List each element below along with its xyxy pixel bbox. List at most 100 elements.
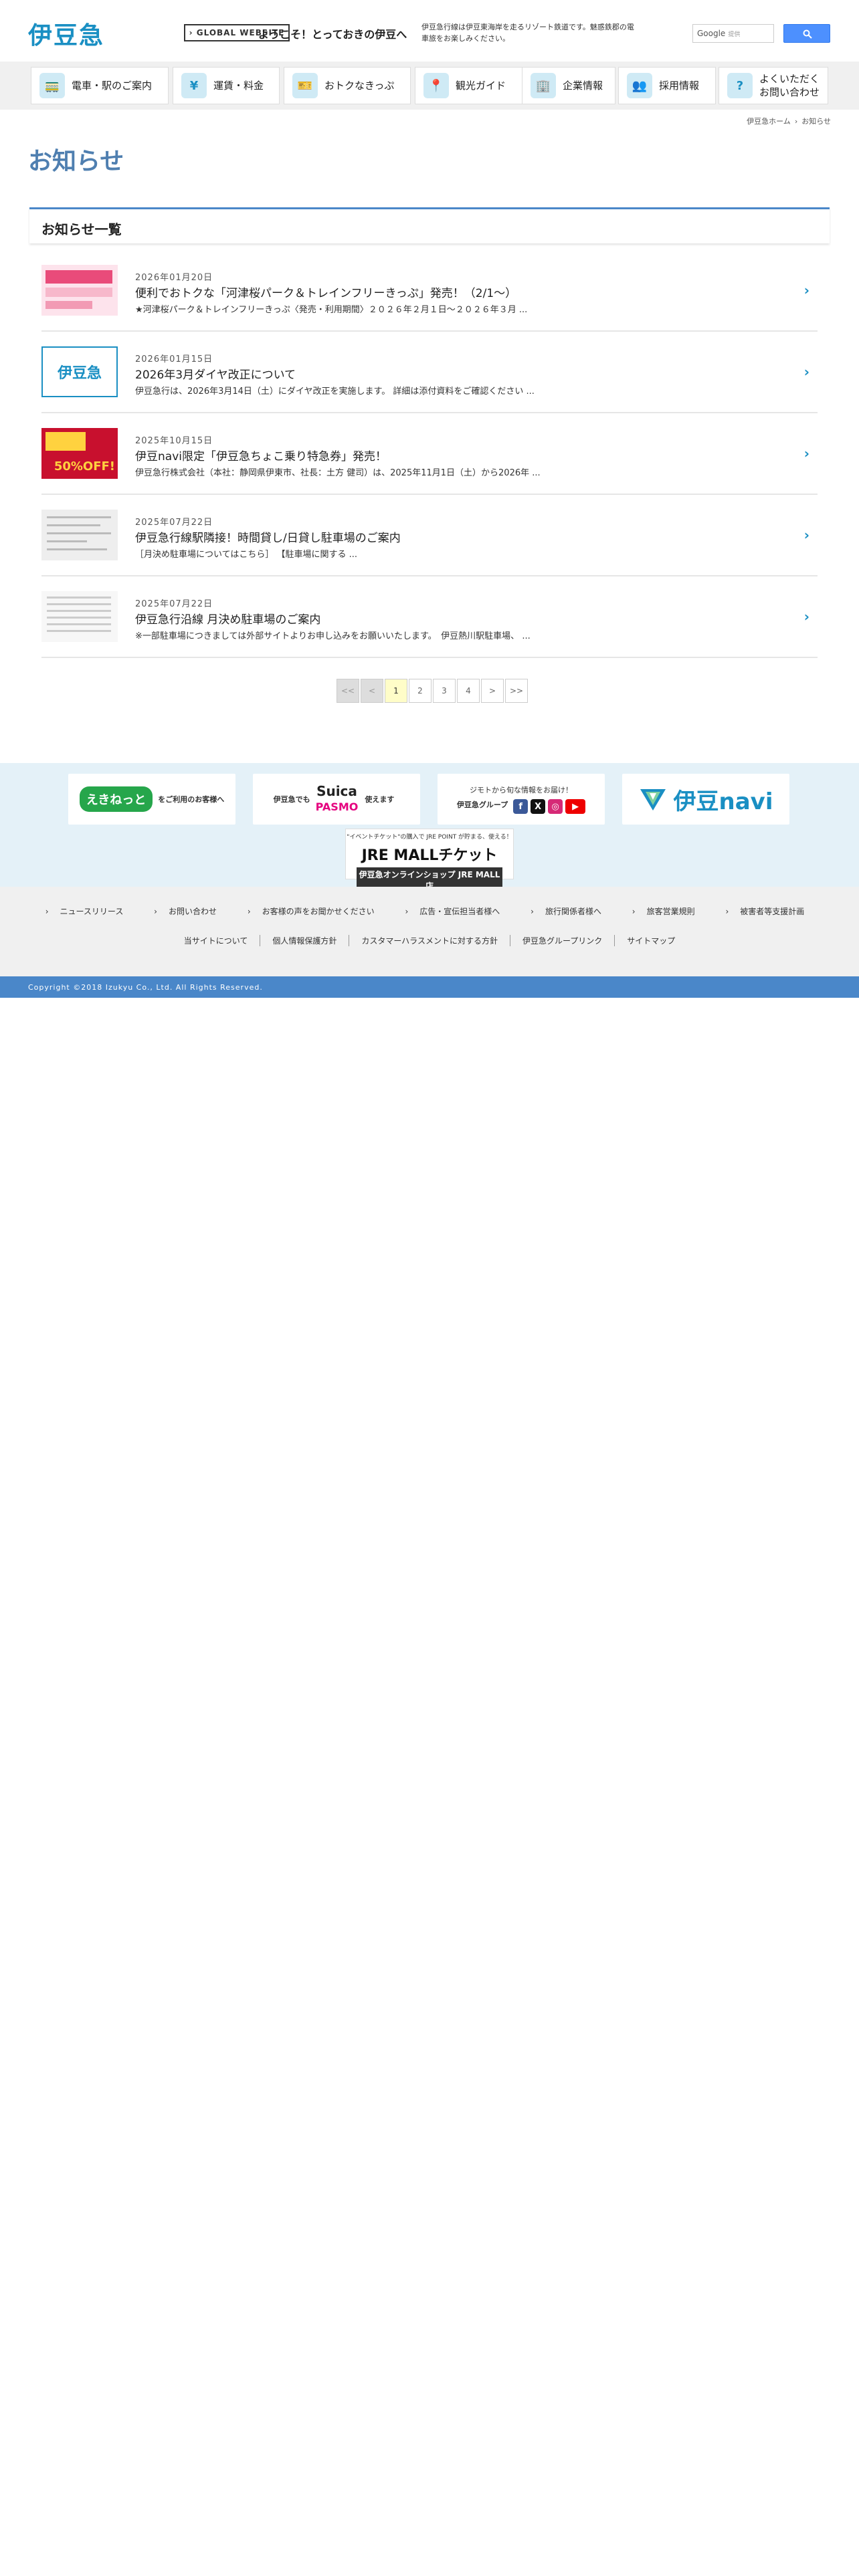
ticket-icon: 🎫: [292, 73, 318, 98]
search-input[interactable]: Google 提供: [692, 24, 774, 43]
jre-mall-tagline: "イベントチケット"の購入で JRE POINT が貯まる、使える！: [347, 834, 512, 841]
news-thumbnail: 伊豆急: [41, 346, 118, 397]
news-title[interactable]: 便利でおトクな「河津桜パーク＆トレインフリーきっぷ」発売！（2/1～）: [135, 284, 516, 300]
sns-group-name: 伊豆急グループ: [456, 800, 508, 809]
footer-link-about-site[interactable]: 当サイトについて: [172, 935, 260, 946]
footer-link-feedback[interactable]: › お客様の声をお聞かせください: [248, 905, 384, 917]
nav-item-fares[interactable]: ¥ 運賃・料金: [173, 67, 280, 104]
chevron-right-icon: ›: [247, 907, 251, 916]
pagination: << < 1 2 3 4 > >>: [337, 679, 528, 703]
footer-link-news-release[interactable]: › ニュースリリース: [45, 905, 133, 917]
nav-item-sightseeing[interactable]: 📍 観光ガイド: [415, 67, 524, 104]
yen-icon: ¥: [181, 73, 207, 98]
nav-item-trains[interactable]: 🚃 電車・駅のご案内: [31, 67, 169, 104]
news-summary: ［月決め駐車場についてはこちら］ 【駐車場に関する ...: [135, 550, 358, 560]
sns-tagline: ジモトから旬な情報をお届け！: [470, 786, 573, 794]
search-hint: 提供: [728, 31, 741, 38]
search-button[interactable]: [783, 24, 830, 43]
nav-label: 電車・駅のご案内: [72, 80, 153, 92]
global-nav: 🚃 電車・駅のご案内 ¥ 運賃・料金 🎫 おトクなきっぷ 📍 観光ガイド 🏢 企…: [0, 62, 859, 110]
news-item[interactable]: 2026年01月20日 便利でおトクな「河津桜パーク＆トレインフリーきっぷ」発売…: [41, 250, 818, 332]
news-item[interactable]: 伊豆急 2026年01月15日 2026年3月ダイヤ改正について 伊豆急行は、2…: [41, 332, 818, 413]
nav-label: 観光ガイド: [456, 80, 506, 92]
news-list: 2026年01月20日 便利でおトクな「河津桜パーク＆トレインフリーきっぷ」発売…: [41, 250, 818, 658]
page-button-3[interactable]: 3: [433, 679, 456, 703]
footer-link-group[interactable]: 伊豆急グループリンク: [509, 935, 614, 946]
footer-link-label: ニュースリリース: [60, 907, 124, 916]
page-title: お知らせ: [28, 148, 124, 175]
train-icon: 🚃: [39, 73, 65, 98]
chevron-right-icon[interactable]: ›: [804, 445, 809, 461]
footer-link-harassment-policy[interactable]: カスタマーハラスメントに対する方針: [349, 935, 510, 946]
chevron-right-icon: ›: [794, 117, 798, 126]
news-title[interactable]: 伊豆navi限定「伊豆急ちょこ乗り特急券」発売！: [135, 447, 387, 463]
chevron-right-icon: ›: [45, 907, 49, 916]
building-icon: 🏢: [531, 73, 556, 98]
news-item[interactable]: 2025年07月22日 伊豆急行沿線 月決め駐車場のご案内 ※一部駐車場につきま…: [41, 576, 818, 658]
footer-link-victim-support[interactable]: › 被害者等支援計画: [725, 905, 814, 917]
ekinet-sub: をご利用のお客様へ: [158, 795, 225, 804]
nav-label: おトクなきっぷ: [324, 80, 395, 92]
page-prev-button[interactable]: <: [361, 679, 383, 703]
news-title[interactable]: 2026年3月ダイヤ改正について: [135, 365, 296, 382]
banner-area: えきねっと をご利用のお客様へ 伊豆急でも Suica PASMO 使えます ジ…: [0, 763, 859, 893]
news-date: 2026年01月15日: [135, 354, 213, 364]
news-item[interactable]: 50%OFF! 2025年10月15日 伊豆navi限定「伊豆急ちょこ乗り特急券…: [41, 413, 818, 495]
chevron-right-icon: ›: [189, 28, 193, 37]
footer-link-travel-agents[interactable]: › 旅行関係者様へ: [531, 905, 611, 917]
page-first-button[interactable]: <<: [337, 679, 359, 703]
footer-link-passenger-rules[interactable]: › 旅客営業規則: [632, 905, 704, 917]
jre-mall-banner[interactable]: "イベントチケット"の購入で JRE POINT が貯まる、使える！ JRE M…: [345, 829, 514, 893]
nav-item-tickets[interactable]: 🎫 おトクなきっぷ: [284, 67, 411, 104]
chevron-right-icon[interactable]: ›: [804, 364, 809, 380]
izukyu-logo[interactable]: 伊豆急: [28, 16, 104, 51]
ekinet-logo: えきねっと: [79, 786, 153, 812]
news-item[interactable]: 2025年07月22日 伊豆急行線駅隣接！時間貸し/日貸し駐車場のご案内 ［月決…: [41, 495, 818, 576]
footer-link-label: 旅客営業規則: [646, 907, 695, 916]
page-button-2[interactable]: 2: [409, 679, 432, 703]
youtube-icon[interactable]: ▶: [565, 799, 586, 814]
news-date: 2026年01月20日: [135, 273, 213, 283]
footer-link-advertising[interactable]: › 広告・宣伝担当者様へ: [405, 905, 509, 917]
izunavi-logo-icon: [640, 789, 666, 811]
footer-link-privacy[interactable]: 個人情報保護方針: [260, 935, 349, 946]
page-last-button[interactable]: >>: [505, 679, 528, 703]
nav-item-recruit[interactable]: 👥 採用情報: [618, 67, 716, 104]
chevron-right-icon: ›: [632, 907, 636, 916]
izunavi-banner[interactable]: 伊豆navi: [622, 774, 789, 825]
chevron-right-icon[interactable]: ›: [804, 609, 809, 625]
footer-link-contact[interactable]: › お問い合わせ: [154, 905, 226, 917]
copyright-text: Copyright ©2018 Izukyu Co., Ltd. All Rig…: [28, 983, 263, 992]
ekinet-banner[interactable]: えきねっと をご利用のお客様へ: [68, 774, 235, 825]
page-next-button[interactable]: >: [481, 679, 504, 703]
footer-link-label: 広告・宣伝担当者様へ: [419, 907, 500, 916]
news-thumbnail: [41, 591, 118, 642]
news-summary: ※一部駐車場につきましては外部サイトよりお申し込みをお願いいたします。 伊豆熱川…: [135, 631, 531, 641]
map-pin-icon: 📍: [423, 73, 449, 98]
breadcrumb-home[interactable]: 伊豆急ホーム: [747, 117, 791, 126]
sns-banner[interactable]: ジモトから旬な情報をお届け！ 伊豆急グループ f X ◎ ▶: [438, 774, 605, 825]
news-title[interactable]: 伊豆急行沿線 月決め駐車場のご案内: [135, 610, 320, 627]
facebook-icon[interactable]: f: [513, 799, 529, 814]
news-title[interactable]: 伊豆急行線駅隣接！時間貸し/日貸し駐車場のご案内: [135, 528, 401, 545]
footer-link-label: 被害者等支援計画: [740, 907, 805, 916]
nav-item-faq[interactable]: ? よくいただく お問い合わせ: [719, 67, 828, 104]
question-icon: ?: [727, 73, 753, 98]
chevron-right-icon[interactable]: ›: [804, 527, 809, 543]
breadcrumb: 伊豆急ホーム › お知らせ: [747, 116, 831, 126]
footer-link-sitemap[interactable]: サイトマップ: [614, 935, 687, 946]
page-button-1[interactable]: 1: [385, 679, 407, 703]
chevron-right-icon[interactable]: ›: [804, 282, 809, 298]
site-header: 伊豆急 › GLOBAL WEBSITE ようこそ！とっておきの伊豆へ 伊豆急行…: [0, 0, 859, 62]
x-icon[interactable]: X: [531, 799, 546, 814]
suica-pasmo-banner[interactable]: 伊豆急でも Suica PASMO 使えます: [253, 774, 420, 825]
nav-label: 企業情報: [563, 80, 603, 92]
chevron-right-icon: ›: [154, 907, 157, 916]
suica-prefix: 伊豆急でも: [273, 795, 310, 804]
suica-text: Suica: [316, 783, 357, 799]
nav-item-company[interactable]: 🏢 企業情報: [522, 67, 615, 104]
welcome-text: ようこそ！とっておきの伊豆へ: [258, 28, 407, 41]
page-button-4[interactable]: 4: [457, 679, 480, 703]
instagram-icon[interactable]: ◎: [548, 799, 563, 814]
jre-mall-title: JRE MALLチケット: [361, 847, 498, 864]
